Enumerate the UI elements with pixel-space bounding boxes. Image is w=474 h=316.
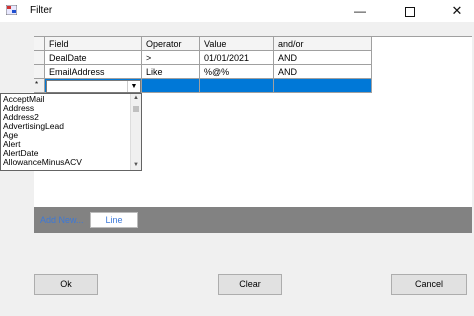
column-header-field[interactable]: Field: [45, 37, 142, 51]
field-combobox[interactable]: ▼: [46, 80, 141, 93]
new-row-pencil-icon: *: [35, 80, 39, 89]
app-icon: [6, 5, 17, 15]
value-cell[interactable]: 01/01/2021: [200, 51, 274, 65]
maximize-button[interactable]: [394, 0, 426, 22]
scroll-up-icon[interactable]: ▲: [131, 94, 141, 103]
grid-toolbar: Add New... Line: [34, 207, 472, 233]
window-title: Filter: [30, 5, 53, 16]
field-cell[interactable]: DealDate: [45, 51, 142, 65]
andor-cell[interactable]: AND: [274, 65, 372, 79]
field-cell[interactable]: EmailAddress: [45, 65, 142, 79]
add-new-link[interactable]: Add New...: [40, 215, 84, 225]
dropdown-item[interactable]: AllowanceMinusACV: [3, 158, 82, 167]
field-dropdown-list[interactable]: AcceptMail Address Address2 AdvertisingL…: [0, 93, 142, 171]
minimize-icon: —: [354, 4, 366, 18]
value-cell[interactable]: %@%: [200, 65, 274, 79]
chevron-down-icon[interactable]: ▼: [127, 81, 140, 92]
clear-button[interactable]: Clear: [218, 274, 282, 295]
line-button[interactable]: Line: [90, 212, 138, 228]
cancel-button[interactable]: Cancel: [391, 274, 467, 295]
header-corner: [34, 37, 45, 51]
minimize-button[interactable]: —: [344, 0, 376, 22]
row-header[interactable]: [34, 65, 45, 79]
close-button[interactable]: ✕: [441, 0, 473, 22]
operator-cell[interactable]: Like: [142, 65, 200, 79]
scroll-thumb[interactable]: [133, 106, 139, 112]
title-bar: Filter — ✕: [0, 0, 474, 22]
operator-cell-new[interactable]: [142, 79, 200, 93]
close-icon: ✕: [451, 3, 463, 18]
row-header[interactable]: [34, 51, 45, 65]
operator-cell[interactable]: >: [142, 51, 200, 65]
andor-cell-new[interactable]: [274, 79, 372, 93]
ok-button[interactable]: Ok: [34, 274, 98, 295]
andor-cell[interactable]: AND: [274, 51, 372, 65]
value-cell-new[interactable]: [200, 79, 274, 93]
column-header-andor[interactable]: and/or: [274, 37, 372, 51]
scroll-down-icon[interactable]: ▼: [131, 161, 141, 170]
column-header-value[interactable]: Value: [200, 37, 274, 51]
column-header-operator[interactable]: Operator: [142, 37, 200, 51]
maximize-icon: [405, 6, 415, 17]
dropdown-scrollbar[interactable]: ▲ ▼: [130, 94, 141, 170]
